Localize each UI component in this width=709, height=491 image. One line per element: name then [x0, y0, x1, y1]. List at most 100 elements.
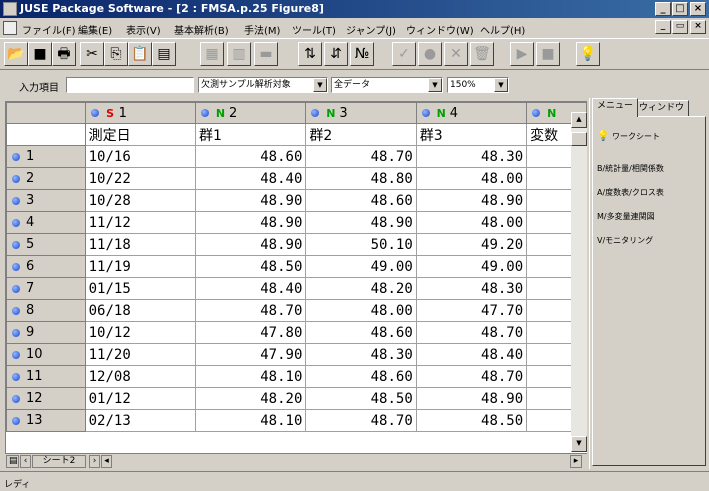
- date-cell[interactable]: 10/12: [84, 321, 197, 344]
- value-cell[interactable]: 48.90: [194, 211, 307, 234]
- value-cell[interactable]: 49.20: [415, 233, 528, 256]
- value-cell[interactable]: 48.40: [194, 167, 307, 190]
- date-cell[interactable]: 10/22: [84, 167, 197, 190]
- date-cell[interactable]: 11/20: [84, 343, 197, 366]
- value-cell[interactable]: 48.70: [415, 321, 528, 344]
- value-cell[interactable]: 48.90: [415, 387, 528, 410]
- scroll-thumb[interactable]: [571, 132, 587, 146]
- value-cell[interactable]: 48.80: [305, 167, 417, 190]
- variable-name-cell[interactable]: 群1: [194, 123, 307, 146]
- menu-jump[interactable]: ジャンプ(J): [346, 22, 396, 37]
- close-button[interactable]: ×: [690, 2, 706, 16]
- save-icon[interactable]: ■: [28, 42, 52, 66]
- doc-minimize-button[interactable]: _: [655, 20, 671, 34]
- variable-name-cell[interactable]: 群2: [305, 123, 417, 146]
- doc-close-button[interactable]: ×: [690, 20, 706, 34]
- chevron-down-icon[interactable]: ▼: [494, 78, 508, 92]
- value-cell[interactable]: 48.20: [305, 277, 417, 300]
- paste-special-icon[interactable]: ▤: [152, 42, 176, 66]
- menu-basic-analysis[interactable]: 基本解析(B): [174, 22, 229, 37]
- value-cell[interactable]: 47.90: [194, 343, 307, 366]
- copy-icon[interactable]: ⎘: [104, 42, 128, 66]
- value-cell[interactable]: 48.70: [305, 145, 417, 168]
- value-cell[interactable]: 48.90: [415, 189, 528, 212]
- value-cell[interactable]: 48.00: [305, 299, 417, 322]
- value-cell[interactable]: 50.10: [305, 233, 417, 256]
- number-icon[interactable]: №: [350, 42, 374, 66]
- value-cell[interactable]: 48.70: [305, 409, 417, 432]
- subset-select[interactable]: 全データ ▼: [331, 77, 443, 93]
- value-cell[interactable]: 48.60: [305, 321, 417, 344]
- value-cell[interactable]: 49.00: [415, 255, 528, 278]
- date-cell[interactable]: 02/13: [84, 409, 197, 432]
- value-cell[interactable]: 47.80: [194, 321, 307, 344]
- sheet-next-icon[interactable]: ›: [89, 455, 100, 468]
- column-header[interactable]: S1: [84, 102, 197, 124]
- sheet-tab[interactable]: シート2: [32, 455, 86, 468]
- variable-name-cell[interactable]: 群3: [415, 123, 528, 146]
- row-header[interactable]: 7: [6, 277, 86, 300]
- value-cell[interactable]: 47.70: [415, 299, 528, 322]
- menu-monitoring[interactable]: V/モニタリング: [597, 235, 653, 246]
- menu-view[interactable]: 表示(V): [126, 22, 161, 37]
- menu-methods[interactable]: 手法(M): [244, 22, 280, 37]
- value-cell[interactable]: 48.60: [194, 145, 307, 168]
- date-cell[interactable]: 10/28: [84, 189, 197, 212]
- value-cell[interactable]: 48.30: [415, 145, 528, 168]
- sort-ascending-icon[interactable]: ⇅: [298, 42, 322, 66]
- row-header[interactable]: [6, 123, 86, 146]
- value-cell[interactable]: 48.30: [305, 343, 417, 366]
- minimize-button[interactable]: _: [655, 2, 671, 16]
- circle-icon[interactable]: ●: [418, 42, 442, 66]
- insert-column-icon[interactable]: ▥: [227, 42, 251, 66]
- paste-icon[interactable]: 📋: [128, 42, 152, 66]
- value-cell[interactable]: 48.50: [305, 387, 417, 410]
- row-header[interactable]: 1: [6, 145, 86, 168]
- value-cell[interactable]: 48.70: [194, 299, 307, 322]
- cut-icon[interactable]: ✂: [80, 42, 104, 66]
- value-cell[interactable]: 48.50: [194, 255, 307, 278]
- value-cell[interactable]: 48.10: [194, 409, 307, 432]
- lightbulb-icon[interactable]: 💡: [576, 42, 600, 66]
- insert-row-icon[interactable]: ▦: [200, 42, 224, 66]
- menu-window[interactable]: ウィンドウ(W): [406, 22, 474, 37]
- row-header[interactable]: 2: [6, 167, 86, 190]
- menu-multivariate[interactable]: M/多変量連関図: [597, 211, 655, 222]
- vertical-scrollbar[interactable]: ▲ ▼: [571, 112, 587, 452]
- value-cell[interactable]: 48.40: [415, 343, 528, 366]
- row-header[interactable]: 4: [6, 211, 86, 234]
- row-header[interactable]: 6: [6, 255, 86, 278]
- chevron-down-icon[interactable]: ▼: [428, 78, 442, 92]
- value-cell[interactable]: 48.60: [305, 365, 417, 388]
- value-cell[interactable]: 48.20: [194, 387, 307, 410]
- document-icon[interactable]: [3, 21, 17, 35]
- column-header[interactable]: N2: [194, 102, 307, 124]
- row-header[interactable]: 10: [6, 343, 86, 366]
- row-header[interactable]: 11: [6, 365, 86, 388]
- delete-row-icon[interactable]: ▬: [254, 42, 278, 66]
- row-header[interactable]: 8: [6, 299, 86, 322]
- date-cell[interactable]: 11/12: [84, 211, 197, 234]
- tab-window[interactable]: ウィンドウ: [634, 100, 690, 117]
- row-header[interactable]: 3: [6, 189, 86, 212]
- missing-sample-select[interactable]: 欠測サンプル解析対象 ▼: [198, 77, 328, 93]
- value-cell[interactable]: 48.30: [415, 277, 528, 300]
- row-header[interactable]: 13: [6, 409, 86, 432]
- value-cell[interactable]: 48.40: [194, 277, 307, 300]
- sort-descending-icon[interactable]: ⇵: [324, 42, 348, 66]
- value-cell[interactable]: 48.50: [415, 409, 528, 432]
- menu-edit[interactable]: 編集(E): [78, 22, 112, 37]
- cross-icon[interactable]: ✕: [444, 42, 468, 66]
- menu-tools[interactable]: ツール(T): [292, 22, 336, 37]
- column-header[interactable]: N4: [415, 102, 528, 124]
- print-icon[interactable]: 🖶: [52, 42, 76, 66]
- play-icon[interactable]: ▶: [510, 42, 534, 66]
- menu-worksheet[interactable]: 💡 ワークシート: [597, 131, 660, 142]
- row-header[interactable]: 9: [6, 321, 86, 344]
- scroll-down-icon[interactable]: ▼: [571, 436, 587, 452]
- value-cell[interactable]: 48.70: [415, 365, 528, 388]
- date-cell[interactable]: 01/12: [84, 387, 197, 410]
- scroll-up-icon[interactable]: ▲: [571, 112, 587, 128]
- value-cell[interactable]: 48.10: [194, 365, 307, 388]
- tab-menu[interactable]: メニュー: [592, 98, 639, 117]
